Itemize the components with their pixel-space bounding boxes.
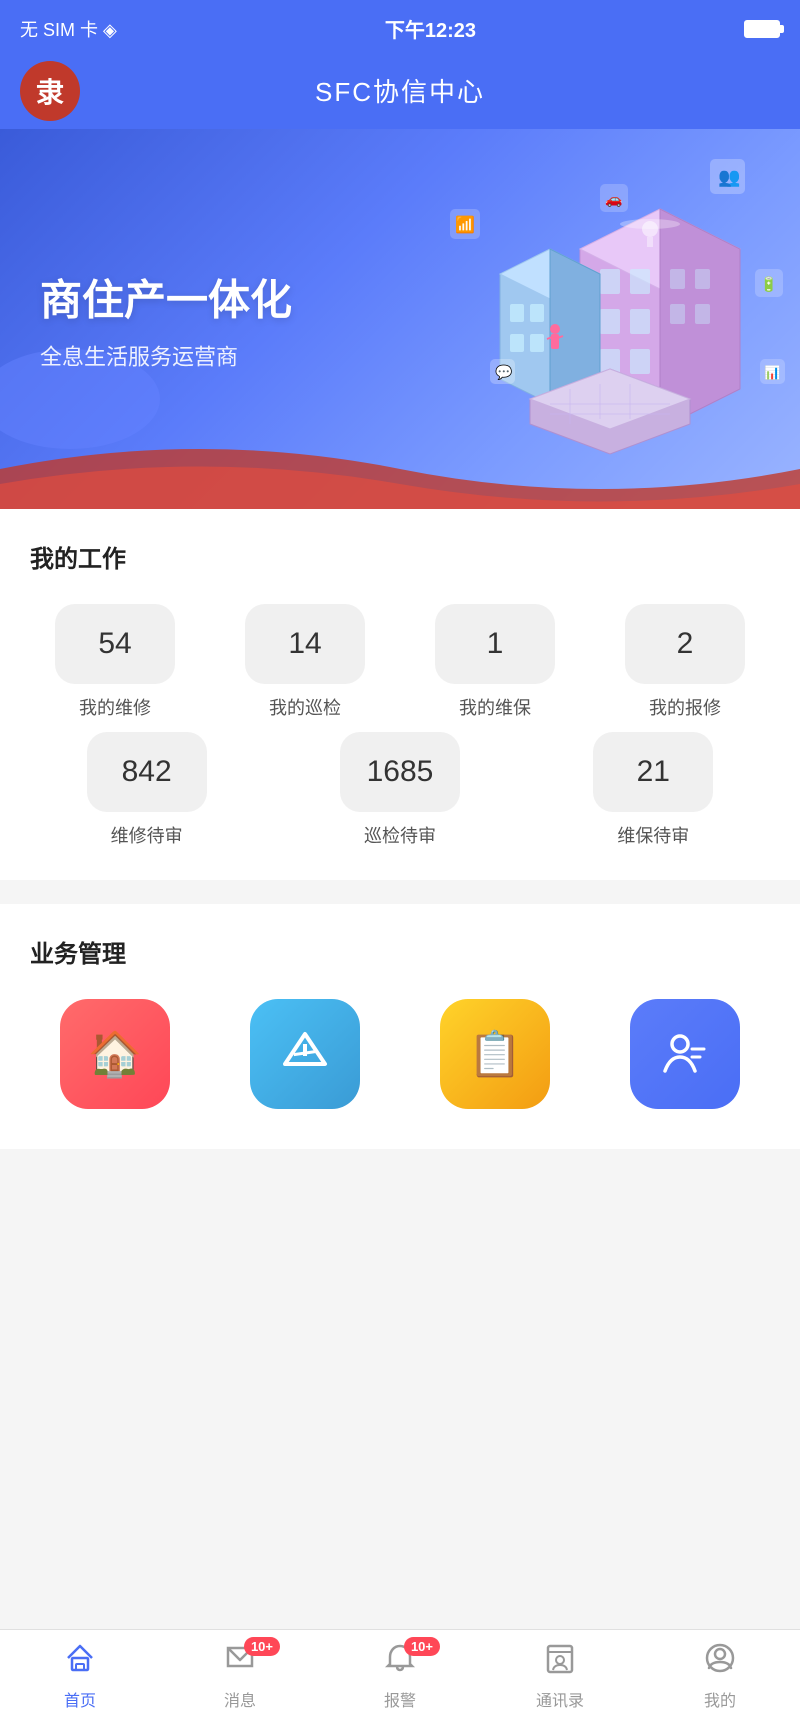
stat-inspection-pending-value: 1685: [340, 732, 460, 812]
banner-subtitle: 全息生活服务运营商: [40, 340, 292, 372]
tab-profile[interactable]: 我的: [670, 1642, 770, 1711]
biz-icon-inspection: [250, 999, 360, 1109]
tab-home[interactable]: 首页: [30, 1642, 130, 1711]
tab-alarm-label: 报警: [384, 1687, 416, 1711]
stat-repair-pending-value: 842: [87, 732, 207, 812]
tab-profile-label: 我的: [704, 1687, 736, 1711]
stat-my-inspection-value: 14: [245, 604, 365, 684]
stat-my-maintenance-label: 我的维保: [459, 694, 531, 720]
stat-my-report-value: 2: [625, 604, 745, 684]
biz-item-repair-mgmt[interactable]: 🏠: [30, 999, 200, 1119]
stat-my-repair-label: 我的维修: [79, 694, 151, 720]
business-title: 业务管理: [30, 934, 770, 969]
svg-text:📊: 📊: [764, 365, 780, 380]
biz-icon-report: [630, 999, 740, 1109]
my-work-title: 我的工作: [30, 539, 770, 574]
alarm-badge: 10+: [404, 1637, 440, 1656]
status-time: 下午12:23: [385, 14, 476, 43]
stat-my-report-label: 我的报修: [649, 694, 721, 720]
stat-inspection-pending-label: 巡检待审: [364, 822, 436, 848]
stat-my-inspection-label: 我的巡检: [269, 694, 341, 720]
logo-text: 隶: [36, 71, 64, 111]
status-left: 无 SIM 卡 ◈: [20, 16, 117, 42]
tab-bar: 首页 10+ 消息 10+ 报警: [0, 1629, 800, 1731]
svg-text:🔋: 🔋: [760, 276, 777, 293]
tab-home-label: 首页: [64, 1687, 96, 1711]
stat-my-report[interactable]: 2 我的报修: [600, 604, 770, 720]
biz-item-maintenance-mgmt[interactable]: 📋: [410, 999, 580, 1119]
banner-text: 商住产一体化 全息生活服务运营商: [40, 267, 292, 372]
contacts-icon: [544, 1642, 576, 1682]
svg-text:📶: 📶: [455, 215, 475, 234]
stat-maintenance-pending-label: 维保待审: [617, 822, 689, 848]
svg-text:👥: 👥: [718, 167, 740, 187]
profile-icon: [704, 1642, 736, 1682]
stat-repair-pending[interactable]: 842 维修待审: [30, 732, 263, 848]
banner-wave: [0, 429, 800, 509]
biz-item-report-mgmt[interactable]: [600, 999, 770, 1119]
stat-repair-pending-label: 维修待审: [111, 822, 183, 848]
svg-text:🚗: 🚗: [605, 191, 622, 208]
stat-my-repair[interactable]: 54 我的维修: [30, 604, 200, 720]
section-separator: [0, 892, 800, 904]
banner-title: 商住产一体化: [40, 267, 292, 328]
battery-icon: [744, 20, 780, 38]
stat-inspection-pending[interactable]: 1685 巡检待审: [283, 732, 516, 848]
stat-maintenance-pending-value: 21: [593, 732, 713, 812]
tab-messages-label: 消息: [224, 1687, 256, 1711]
messages-badge: 10+: [244, 1637, 280, 1656]
work-stats-bottom: 842 维修待审 1685 巡检待审 21 维保待审: [30, 732, 770, 848]
stat-my-maintenance-value: 1: [435, 604, 555, 684]
svg-text:💬: 💬: [495, 364, 513, 381]
sim-status: 无 SIM 卡 ◈: [20, 16, 117, 42]
tab-alarm[interactable]: 10+ 报警: [350, 1642, 450, 1711]
stat-my-inspection[interactable]: 14 我的巡检: [220, 604, 390, 720]
app-logo: 隶: [20, 61, 80, 121]
home-icon: [64, 1642, 96, 1682]
biz-item-inspection-mgmt[interactable]: [220, 999, 390, 1119]
stat-my-maintenance[interactable]: 1 我的维保: [410, 604, 580, 720]
tab-contacts[interactable]: 通讯录: [510, 1642, 610, 1711]
stat-maintenance-pending[interactable]: 21 维保待审: [537, 732, 770, 848]
tab-contacts-label: 通讯录: [536, 1687, 584, 1711]
app-header: 隶 SFC协信中心: [0, 57, 800, 129]
status-bar: 无 SIM 卡 ◈ 下午12:23: [0, 0, 800, 57]
tab-messages[interactable]: 10+ 消息: [190, 1642, 290, 1711]
tab-bar-spacer: [0, 1161, 800, 1261]
app-title: SFC协信中心: [315, 72, 485, 109]
business-grid: 🏠 📋: [30, 999, 770, 1129]
biz-icon-maintenance: 📋: [440, 999, 550, 1109]
status-right: [744, 20, 780, 38]
my-work-section: 我的工作 54 我的维修 14 我的巡检 1 我的维保 2 我的报修 842 维…: [0, 509, 800, 880]
biz-icon-repair: 🏠: [60, 999, 170, 1109]
work-stats-top: 54 我的维修 14 我的巡检 1 我的维保 2 我的报修: [30, 604, 770, 720]
business-section: 业务管理 🏠 📋: [0, 904, 800, 1149]
banner: 商住产一体化 全息生活服务运营商 👥 📶 🔋 🚗 H: [0, 129, 800, 509]
stat-my-repair-value: 54: [55, 604, 175, 684]
